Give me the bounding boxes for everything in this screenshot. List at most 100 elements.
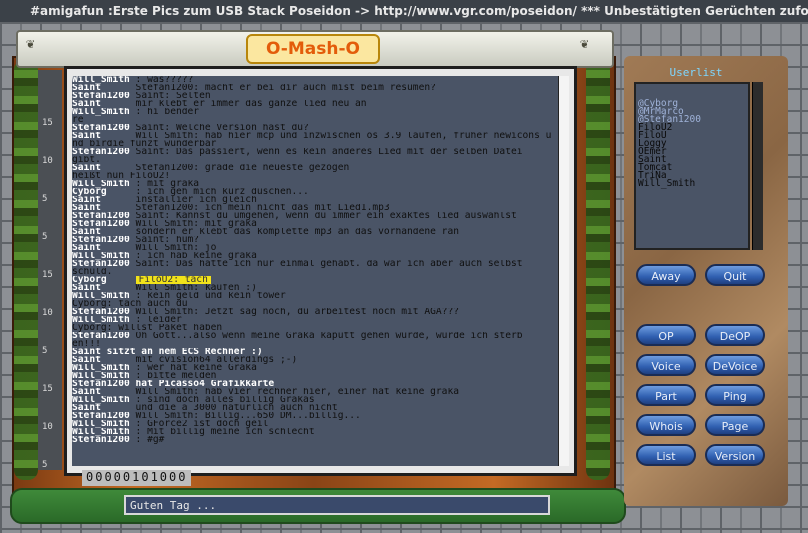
chat-line: Saint Stefan1200: grade die neueste gezo… xyxy=(72,164,558,172)
chat-nick[interactable]: Saint xyxy=(72,204,136,212)
chat-nick[interactable]: Stefan1200 xyxy=(72,412,136,420)
chat-nick[interactable]: Stefan1200 xyxy=(72,236,136,244)
chat-line: nd birdie funzt wunderbar xyxy=(72,140,558,148)
chat-message: : was????? xyxy=(135,76,194,84)
chat-message: : leider xyxy=(135,316,182,324)
chat-nick[interactable]: Saint xyxy=(72,284,136,292)
part-button[interactable]: Part xyxy=(636,384,696,406)
ruler-tick: 10 xyxy=(42,308,53,318)
chat-message: : ich hab keine graka xyxy=(135,252,257,260)
chat-message: schuld. xyxy=(72,268,113,276)
chat-scrollbar[interactable] xyxy=(558,76,569,466)
chat-nick[interactable]: Saint xyxy=(72,244,136,252)
ruler: 15 10 5 5 15 10 5 15 10 5 xyxy=(38,70,62,470)
chat-nick[interactable]: Will_Smith xyxy=(72,180,136,188)
chat-nick[interactable]: Stefan1200 xyxy=(72,124,136,132)
chat-message: Saint sitzt an nem ECS Rechner :) xyxy=(72,348,263,356)
chat-message: Cyborg: tach auch du xyxy=(72,300,188,308)
chat-message: Stefan1200 hat Picasso4 Grafikkarte xyxy=(72,380,275,388)
chat-nick[interactable]: Will_Smith xyxy=(72,292,136,300)
ping-button[interactable]: Ping xyxy=(705,384,765,406)
chat-nick[interactable]: Stefan1200 xyxy=(72,332,136,340)
chat-message: und die a 3000 natürlich auch nicht xyxy=(135,404,338,412)
chat-line: Stefan1200 Saint: hum? xyxy=(72,236,558,244)
chat-nick[interactable]: Stefan1200 xyxy=(72,92,136,100)
chat-line: Will_Smith : ich hab keine graka xyxy=(72,252,558,260)
chat-nick[interactable]: Saint xyxy=(72,404,136,412)
chat-nick[interactable]: Stefan1200 xyxy=(72,260,136,268)
deop-button[interactable]: DeOP xyxy=(705,324,765,346)
chat-nick[interactable]: Stefan1200 xyxy=(72,212,136,220)
chat-nick[interactable]: Will_Smith xyxy=(72,76,136,84)
chat-input[interactable] xyxy=(124,495,550,515)
chat-nick[interactable]: Cyborg xyxy=(72,276,136,284)
whois-button[interactable]: Whois xyxy=(636,414,696,436)
chat-message: : bitte melden xyxy=(135,372,217,380)
userlist-title: Userlist xyxy=(669,66,723,79)
list-button[interactable]: List xyxy=(636,444,696,466)
chat-nick[interactable]: Will_Smith xyxy=(72,364,136,372)
counter-display: 00000101000 xyxy=(82,470,192,486)
chat-message: : kein geld und kein tower xyxy=(135,292,286,300)
chat-line: Saint Stefan1200: ich mein nicht das mit… xyxy=(72,204,558,212)
window-title: #amigafun :Erste Pics zum USB Stack Pose… xyxy=(0,0,808,22)
ruler-tick: 10 xyxy=(42,422,53,432)
chat-line: Stefan1200 Saint: Selten xyxy=(72,92,558,100)
chat-nick[interactable]: Saint xyxy=(72,356,136,364)
chat-nick[interactable]: Will_Smith xyxy=(72,396,136,404)
chat-nick[interactable]: Saint xyxy=(72,228,136,236)
page-button[interactable]: Page xyxy=(705,414,765,436)
chat-message: Will_Smith: jo xyxy=(135,244,217,252)
ruler-tick: 5 xyxy=(42,232,48,242)
chat-message: Saint: hum? xyxy=(135,236,200,244)
chat-nick[interactable]: Will_Smith xyxy=(72,372,136,380)
chat-nick[interactable]: Will_Smith xyxy=(72,252,136,260)
chat-line: Saint Will_Smith: hab hier mcp und inzwi… xyxy=(72,132,558,140)
op-button[interactable]: OP xyxy=(636,324,696,346)
chat-message: en!!! xyxy=(72,340,101,348)
chat-nick[interactable]: Saint xyxy=(72,164,136,172)
chat-nick[interactable]: Stefan1200 xyxy=(72,308,136,316)
chat-message: Will_Smith: mit graka xyxy=(135,220,257,228)
chat-nick[interactable]: Saint xyxy=(72,132,136,140)
chat-nick[interactable]: Saint xyxy=(72,100,136,108)
chat-message: : ich geh mich kurz duschen... xyxy=(135,188,309,196)
chat-line: Stefan1200 Saint: Das passiert, wenn es … xyxy=(72,148,558,156)
chat-message: Will_Smith: hab hier mcp und inzwischen … xyxy=(135,132,552,140)
chat-message: : wer hat keine Graka xyxy=(135,364,257,372)
chat-line: Will_Smith : bitte melden xyxy=(72,372,558,380)
quit-button[interactable]: Quit xyxy=(705,264,765,286)
chat-nick[interactable]: Will_Smith xyxy=(72,428,136,436)
chat-nick[interactable]: Will_Smith xyxy=(72,108,136,116)
devoice-button[interactable]: DeVoice xyxy=(705,354,765,376)
userlist-scrollbar[interactable] xyxy=(752,82,763,250)
chat-nick[interactable]: Will_Smith xyxy=(72,316,136,324)
userlist[interactable]: @Cyborg @MrMarco @Stefan1200 FiloU2 FiloU Log… xyxy=(634,82,750,250)
chat-nick[interactable]: Saint xyxy=(72,196,136,204)
version-button[interactable]: Version xyxy=(705,444,765,466)
chat-message: sondern er klebt das komplette mp3 an da… xyxy=(135,228,459,236)
chat-line: Stefan1200 Will_Smith: Billig...650 DM..… xyxy=(72,412,558,420)
chat-line: gibt. xyxy=(72,156,558,164)
chat-message: : #g# xyxy=(135,436,165,444)
away-button[interactable]: Away xyxy=(636,264,696,286)
chat-nick[interactable]: Stefan1200 xyxy=(72,436,136,444)
userlist-user-item[interactable]: Will_Smith xyxy=(636,179,748,189)
chat-line: Stefan1200 Saint: Kannst du umgehen, wen… xyxy=(72,212,558,220)
chat-nick[interactable]: Stefan1200 xyxy=(72,220,136,228)
chat-nick[interactable]: Stefan1200 xyxy=(72,148,136,156)
voice-button[interactable]: Voice xyxy=(636,354,696,376)
dragon-right-icon: ❦ xyxy=(580,36,589,52)
chat-line: Cyborg : ich geh mich kurz duschen... xyxy=(72,188,558,196)
chat-nick[interactable]: Saint xyxy=(72,388,136,396)
chat-nick[interactable]: Cyborg xyxy=(72,188,136,196)
chat-nick[interactable]: Saint xyxy=(72,84,136,92)
chat-line: re xyxy=(72,116,558,124)
chat-nick[interactable]: Will_Smith xyxy=(72,420,136,428)
chat-line: Cyborg FiloU2: tach xyxy=(72,276,558,284)
chat-message: Stefan1200: macht er bei dir auch mist b… xyxy=(135,84,436,92)
chat-message: Saint: Kannst du umgehen, wenn du immer … xyxy=(135,212,517,220)
chat-line: Will_Smith : wer hat keine Graka xyxy=(72,364,558,372)
chat-line: Will_Smith : sind doch alles billig Grak… xyxy=(72,396,558,404)
chat-log[interactable]: Will_Smith : was????? Saint Stefan1200: m… xyxy=(72,76,558,466)
